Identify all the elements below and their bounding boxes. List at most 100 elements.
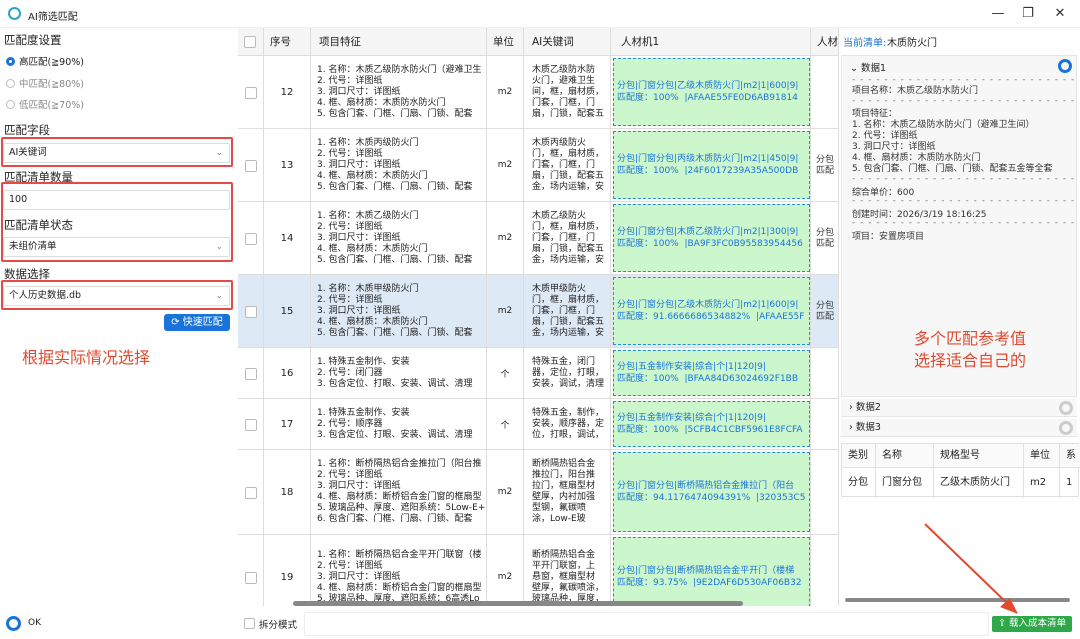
header-material1: 人材机1 <box>611 28 811 56</box>
app-logo-icon <box>8 7 21 20</box>
match-result[interactable]: 分包|门窗分包|断桥隔热铝合金平开门（楼梯 匹配度：93.75% |9E2DAF… <box>613 537 810 606</box>
checkbox-cell <box>238 56 264 128</box>
detail-mini-table: 类别 名称 规格型号 单位 系 分包 门窗分包 乙级木质防火门 m2 1 <box>841 443 1080 498</box>
row-unit: m2 <box>487 129 524 201</box>
row-unit: m2 <box>487 275 524 347</box>
row-keywords: 木质乙级防火 门，框，扇材质， 门套，门框，门 扇，门锁，配套五 金，场内运输，… <box>524 202 611 274</box>
current-list-value: 木质防火门 <box>887 38 937 49</box>
match-result[interactable]: 分包|五金制作安装|综合|个|1|120|9| 匹配度：100% |5CFB4C… <box>613 401 810 447</box>
row-spec: 1. 名称：木质甲级防火门 2. 代号：详图纸 3. 洞口尺寸：详图纸 4. 框… <box>311 275 487 347</box>
split-mode-checkbox[interactable] <box>244 618 255 629</box>
panel-2-toggle[interactable] <box>1059 401 1073 415</box>
match-result[interactable]: 分包|门窗分包|木质乙级防火门|m2|1|300|9| 匹配度：100% |BA… <box>613 204 810 272</box>
row-checkbox[interactable] <box>245 418 257 431</box>
bottom-bar: 拆分模式 ⇪ 载入成本清单 <box>238 606 1080 639</box>
row-number: 18 <box>264 450 311 534</box>
row-spec: 1. 名称：木质丙级防火门 2. 代号：详图纸 3. 洞口尺寸：详图纸 4. 框… <box>311 129 487 201</box>
table-row[interactable]: 18 1. 名称：断桥隔热铝合金推拉门（阳台推 2. 代号：详图纸 3. 洞口尺寸… <box>238 450 838 535</box>
status-ring-icon <box>6 616 21 631</box>
minimize-button[interactable]: — <box>984 4 1012 24</box>
table-row[interactable]: 16 1. 特殊五金制作、安装 2. 代号：闭门器 3. 包含定位、打眼、安装、调… <box>238 348 838 399</box>
checkbox-cell <box>238 535 264 606</box>
title-bar: AI筛选匹配 — ❐ ✕ <box>0 0 1080 28</box>
row-checkbox[interactable] <box>245 486 257 499</box>
match-result[interactable]: 分包|门窗分包|乙级木质防火门|m2|1|600|9| 匹配度：91.66666… <box>613 277 810 345</box>
table-header: 序号 项目特征 单位 AI关键词 人材机1 人材 <box>238 28 838 56</box>
row-number: 13 <box>264 129 311 201</box>
row-keywords: 木质乙级防水防 火门，避难卫生 间，框，扇材质， 门套，门框，门 扇，门锁，配套… <box>524 56 611 128</box>
panel-3-toggle[interactable] <box>1059 421 1073 435</box>
maximize-button[interactable]: ❐ <box>1014 4 1042 24</box>
row-spec: 1. 名称：木质乙级防水防火门（避难卫生 2. 代号：详图纸 3. 洞口尺寸：详… <box>311 56 487 128</box>
row-unit: m2 <box>487 202 524 274</box>
row-checkbox[interactable] <box>245 232 257 245</box>
match-result[interactable]: 分包|门窗分包|断桥隔热铝合金推拉门（阳台 匹配度：94.11764740943… <box>613 452 810 532</box>
annotation-left: 根据实际情况选择 <box>22 348 151 367</box>
row-spec: 1. 特殊五金制作、安装 2. 代号：顺序器 3. 包含定位、打眼、安装、调试、… <box>311 399 487 449</box>
table-row[interactable]: 19 1. 名称：断桥隔热铝合金平开门联窗（楼 2. 代号：详图纸 3. 洞口尺寸… <box>238 535 838 606</box>
row-unit: m2 <box>487 56 524 128</box>
table-row[interactable]: 12 1. 名称：木质乙级防水防火门（避难卫生 2. 代号：详图纸 3. 洞口尺寸… <box>238 56 838 129</box>
annotation-right: 多个匹配参考值 选择适合自己的 <box>914 329 1027 370</box>
match-field-label: 匹配字段 <box>4 123 50 137</box>
row-unit: m2 <box>487 535 524 606</box>
row-checkbox[interactable] <box>245 571 257 584</box>
row-checkbox[interactable] <box>245 367 257 380</box>
table-row[interactable]: 13 1. 名称：木质丙级防火门 2. 代号：详图纸 3. 洞口尺寸：详图纸 4.… <box>238 129 838 202</box>
close-button[interactable]: ✕ <box>1046 4 1074 24</box>
match-result[interactable]: 分包|门窗分包|乙级木质防火门|m2|1|600|9| 匹配度：100% |AF… <box>613 58 810 126</box>
panel-1-toggle[interactable] <box>1058 59 1072 73</box>
mini-cell: 乙级木质防火门 <box>934 468 1024 498</box>
window-title: AI筛选匹配 <box>28 12 78 23</box>
radio-empty-icon <box>6 99 15 109</box>
row-checkbox[interactable] <box>245 86 257 99</box>
match-result[interactable]: 分包|五金制作安装|综合|个|1|120|9| 匹配度：100% |BFAA84… <box>613 350 810 396</box>
row-number: 14 <box>264 202 311 274</box>
right-horizontal-scrollbar[interactable] <box>845 598 1070 602</box>
bottom-input[interactable] <box>304 612 989 636</box>
match-result-2[interactable]: 分包 匹配 <box>816 301 834 323</box>
row-keywords: 木质甲级防火 门，框，扇材质， 门套，门框，门 扇，门锁，配套五 金，场内运输，… <box>524 275 611 347</box>
row-number: 19 <box>264 535 311 606</box>
radio-low-match[interactable]: 低匹配(≧70%) <box>6 97 84 111</box>
table-row[interactable]: 15 1. 名称：木质甲级防火门 2. 代号：详图纸 3. 洞口尺寸：详图纸 4.… <box>238 275 838 348</box>
row-unit: m2 <box>487 450 524 534</box>
checkbox-cell <box>238 450 264 534</box>
match-result-2[interactable]: 分包 匹配 <box>816 228 834 250</box>
mini-header: 规格型号 <box>934 444 1024 468</box>
left-settings-panel: 匹配度设置 高匹配(≧90%) 中匹配(≧80%) 低匹配(≧70%) 匹配字段… <box>0 28 238 639</box>
load-cost-list-button[interactable]: ⇪ 载入成本清单 <box>992 616 1072 632</box>
detail-panel: 当前清单: 木质防火门 ⌄ 数据1 - - - - - - - - - - - … <box>838 28 1080 606</box>
radio-high-match[interactable]: 高匹配(≧90%) <box>6 54 84 68</box>
header-keyword: AI关键词 <box>524 28 611 56</box>
radio-mid-match[interactable]: 中匹配(≧80%) <box>6 76 84 90</box>
mini-cell: 门窗分包 <box>876 468 934 498</box>
mini-cell: 1 <box>1066 477 1073 488</box>
row-unit: 个 <box>487 399 524 449</box>
row-keywords: 木质丙级防火 门，框，扇材质， 门套，门框，门 扇，门锁，配套五 金，场内运输，… <box>524 129 611 201</box>
table-row[interactable]: 14 1. 名称：木质乙级防火门 2. 代号：详图纸 3. 洞口尺寸：详图纸 4.… <box>238 202 838 275</box>
quick-match-button[interactable]: ⟳ 快速匹配 <box>164 314 230 331</box>
row-checkbox[interactable] <box>245 159 257 172</box>
match-result-2[interactable]: 分包 匹配 <box>816 155 834 177</box>
data-panel-2[interactable]: › 数据2 <box>841 399 1077 417</box>
data-panel-3[interactable]: › 数据3 <box>841 419 1077 437</box>
radio-empty-icon <box>6 78 15 88</box>
match-result[interactable]: 分包|门窗分包|丙级木质防火门|m2|1|450|9| 匹配度：100% |24… <box>613 131 810 199</box>
row-checkbox[interactable] <box>245 305 257 318</box>
checkbox-cell <box>238 275 264 347</box>
split-mode-label: 拆分模式 <box>259 620 298 631</box>
project-name: 项目：安置房项目 <box>852 232 925 242</box>
row-keywords: 特殊五金，闭门 器，定位，打眼， 安装，调试，清理 <box>524 348 611 398</box>
status-text: OK <box>28 618 41 628</box>
row-number: 17 <box>264 399 311 449</box>
panel-1-header[interactable]: ⌄ 数据1 <box>850 60 886 74</box>
match-settings-label: 匹配度设置 <box>4 33 62 47</box>
row-spec: 1. 名称：断桥隔热铝合金平开门联窗（楼 2. 代号：详图纸 3. 洞口尺寸：详… <box>311 535 487 606</box>
item-name: 项目名称：木质乙级防水防火门 <box>852 86 979 96</box>
current-list-label: 当前清单: <box>843 38 887 49</box>
select-all-checkbox[interactable] <box>244 36 256 48</box>
header-checkbox-col <box>238 28 264 56</box>
table-row[interactable]: 17 1. 特殊五金制作、安装 2. 代号：顺序器 3. 包含定位、打眼、安装、调… <box>238 399 838 450</box>
checkbox-cell <box>238 399 264 449</box>
